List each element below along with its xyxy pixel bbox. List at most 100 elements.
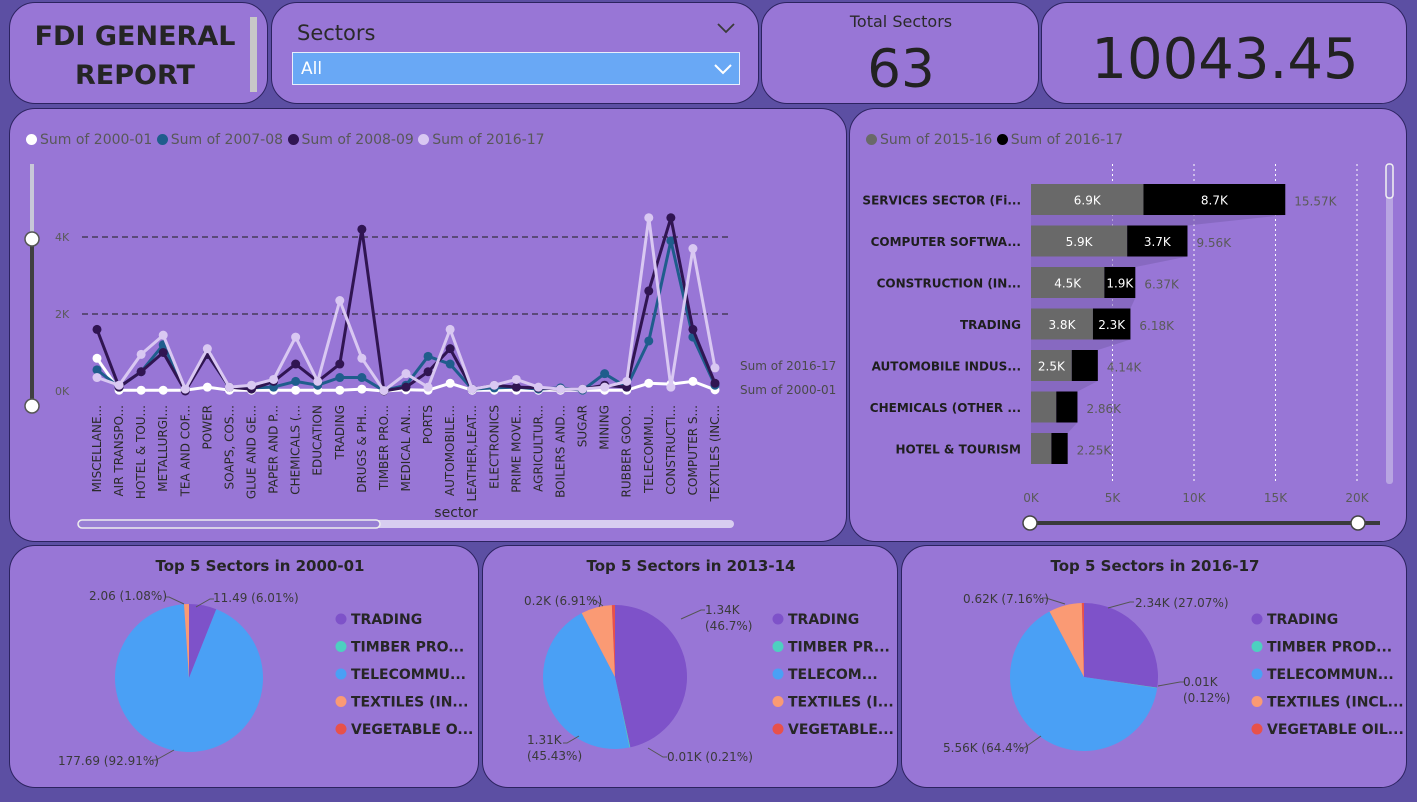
slicer-collapse-chevron-icon[interactable] bbox=[716, 19, 736, 35]
data-point[interactable] bbox=[666, 213, 676, 223]
vertical-scrollbar-thumb[interactable] bbox=[1385, 163, 1394, 199]
bar-segment-2015-16[interactable] bbox=[1031, 391, 1057, 423]
data-point[interactable] bbox=[688, 244, 698, 254]
sectors-dropdown[interactable]: All bbox=[292, 52, 740, 85]
data-point[interactable] bbox=[710, 378, 720, 388]
data-point[interactable] bbox=[335, 373, 345, 383]
data-point[interactable] bbox=[556, 384, 565, 394]
data-point[interactable] bbox=[578, 384, 588, 394]
vertical-scrollbar-track[interactable] bbox=[1386, 164, 1393, 484]
data-point[interactable] bbox=[423, 351, 433, 361]
zoom-slider-handle-bottom[interactable] bbox=[24, 398, 40, 414]
bar-total-label: 6.18K bbox=[1139, 319, 1175, 333]
horizontal-scrollbar-thumb[interactable] bbox=[77, 519, 381, 529]
pie-data-label: 0.2K (6.91%) bbox=[524, 594, 602, 608]
data-point[interactable] bbox=[291, 359, 301, 369]
legend-dot-icon bbox=[335, 641, 347, 652]
data-point[interactable] bbox=[688, 324, 698, 334]
data-point[interactable] bbox=[644, 336, 654, 346]
data-point[interactable] bbox=[313, 376, 323, 386]
data-point[interactable] bbox=[688, 376, 698, 386]
data-point[interactable] bbox=[158, 385, 168, 395]
data-point[interactable] bbox=[247, 380, 256, 390]
legend-dot-icon bbox=[1251, 641, 1263, 652]
data-point[interactable] bbox=[357, 384, 367, 394]
data-point[interactable] bbox=[622, 376, 632, 386]
data-point[interactable] bbox=[511, 382, 521, 392]
pie-data-label: 1.34K bbox=[705, 603, 741, 617]
data-point[interactable] bbox=[644, 286, 654, 296]
y-tick-label: 2K bbox=[55, 308, 70, 321]
bar-segment-2016-17[interactable] bbox=[1071, 350, 1098, 381]
data-point[interactable] bbox=[136, 367, 146, 377]
data-point[interactable] bbox=[202, 344, 212, 354]
x-tick-label: TRADING bbox=[333, 405, 347, 460]
bar-segment-2016-17[interactable] bbox=[1056, 391, 1078, 423]
data-point[interactable] bbox=[533, 382, 543, 392]
y-tick-label: 4K bbox=[55, 231, 70, 244]
label-leader-line bbox=[647, 747, 667, 758]
data-point[interactable] bbox=[92, 365, 102, 375]
data-point[interactable] bbox=[445, 378, 455, 388]
x-tick-label: BOILERS AND... bbox=[554, 405, 568, 498]
data-point[interactable] bbox=[224, 382, 234, 392]
zoom-slider-handle-top[interactable] bbox=[24, 231, 40, 247]
bar-segment-2015-16[interactable] bbox=[1031, 433, 1052, 464]
data-point[interactable] bbox=[445, 359, 455, 369]
data-point[interactable] bbox=[357, 373, 367, 383]
data-point[interactable] bbox=[335, 385, 345, 395]
data-point[interactable] bbox=[445, 344, 455, 354]
x-tick-label: EDUCATION bbox=[311, 405, 325, 476]
data-point[interactable] bbox=[401, 369, 411, 379]
data-point[interactable] bbox=[335, 296, 345, 306]
data-point[interactable] bbox=[600, 382, 610, 392]
legend-item-label: TRADING bbox=[351, 612, 422, 628]
pie-data-label: (45.43%) bbox=[527, 749, 582, 763]
data-point[interactable] bbox=[445, 324, 455, 334]
range-slider-handle-max[interactable] bbox=[1350, 515, 1366, 531]
data-point[interactable] bbox=[158, 330, 168, 340]
x-tick-label: DRUGS & PH... bbox=[355, 405, 369, 493]
data-point[interactable] bbox=[335, 359, 345, 369]
data-point[interactable] bbox=[644, 378, 654, 388]
data-point[interactable] bbox=[202, 382, 212, 392]
bar-category-label: TRADING bbox=[960, 318, 1021, 332]
data-point[interactable] bbox=[92, 373, 102, 383]
data-point[interactable] bbox=[114, 380, 124, 390]
x-tick-label: 5K bbox=[1105, 491, 1122, 505]
pie-slice[interactable] bbox=[615, 605, 688, 748]
data-point[interactable] bbox=[423, 382, 433, 392]
data-point[interactable] bbox=[401, 382, 411, 392]
data-point[interactable] bbox=[291, 332, 301, 342]
data-point[interactable] bbox=[710, 363, 720, 373]
data-point[interactable] bbox=[92, 353, 102, 363]
data-point[interactable] bbox=[136, 349, 146, 359]
data-point[interactable] bbox=[600, 369, 610, 379]
bar-segment-2016-17[interactable] bbox=[1051, 433, 1068, 464]
label-leader-line bbox=[680, 609, 705, 620]
total-sectors-label: Total Sectors bbox=[849, 12, 953, 31]
data-point[interactable] bbox=[92, 324, 102, 334]
data-point[interactable] bbox=[467, 384, 477, 394]
line-chart: 0K 2K 4K Sum of 2016-17 Sum of 2000-01 MISCEL… bbox=[24, 164, 836, 529]
title-accent-bar bbox=[250, 17, 257, 92]
data-point[interactable] bbox=[180, 384, 190, 394]
pie-slice[interactable] bbox=[1084, 603, 1159, 688]
data-point[interactable] bbox=[269, 374, 279, 384]
pie-data-label: 11.49 (6.01%) bbox=[213, 591, 299, 605]
range-slider-handle-min[interactable] bbox=[1022, 515, 1038, 531]
data-point[interactable] bbox=[357, 353, 367, 363]
data-point[interactable] bbox=[666, 382, 676, 392]
data-point[interactable] bbox=[644, 213, 654, 223]
data-point[interactable] bbox=[291, 376, 301, 386]
data-point[interactable] bbox=[489, 380, 499, 390]
legend-item-label: VEGETABLE O... bbox=[351, 722, 473, 738]
data-point[interactable] bbox=[511, 374, 521, 384]
data-point[interactable] bbox=[136, 385, 146, 395]
data-point[interactable] bbox=[379, 386, 389, 396]
dropdown-chevron-down-icon[interactable] bbox=[713, 61, 733, 81]
data-point[interactable] bbox=[158, 348, 168, 357]
data-point[interactable] bbox=[357, 224, 367, 234]
legend-item-label: TEXTILES (I... bbox=[788, 695, 894, 711]
data-point[interactable] bbox=[291, 385, 301, 395]
